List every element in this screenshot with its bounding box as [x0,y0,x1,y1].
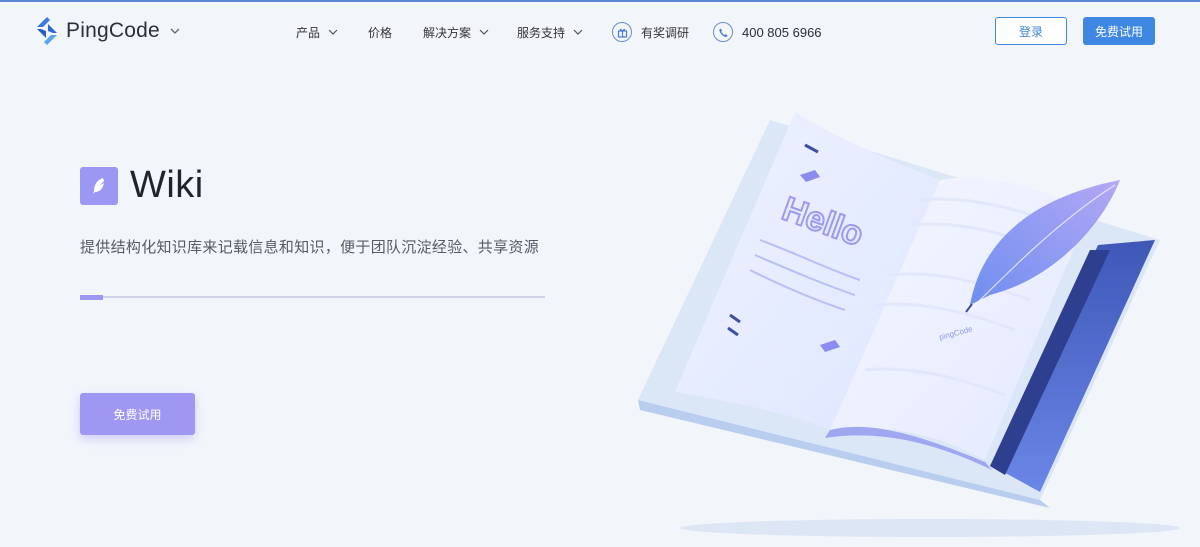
nav-item-solutions[interactable]: 解决方案 [423,24,517,41]
hero-subtitle: 提供结构化知识库来记载信息和知识，便于团队沉淀经验、共享资源 [80,239,540,256]
carousel-progress-fill [80,294,104,300]
pingcode-logo-icon [37,17,57,45]
nav-item-label: 解决方案 [423,25,472,40]
survey-label: 有奖调研 [641,25,690,40]
nav-item-survey[interactable]: 有奖调研 [612,22,713,42]
phone-number: 400 805 6966 [742,24,822,40]
nav-item-label: 产品 [296,25,321,40]
site-header: PingCode 产品 价格 解决方案 服务支持 有奖调研 400 805 69… [0,2,1200,60]
free-trial-button[interactable]: 免费试用 [1083,17,1155,45]
nav-item-label: 价格 [368,25,393,40]
nav-item-label: 服务支持 [517,25,566,40]
open-book-illustration: Hello pingCode [638,112,1180,537]
page-title: Wiki [130,164,204,206]
wiki-feather-icon [80,166,118,205]
chevron-down-icon [170,28,180,34]
nav-item-product[interactable]: 产品 [296,24,368,41]
login-button[interactable]: 登录 [995,17,1067,45]
main-nav: 产品 价格 解决方案 服务支持 有奖调研 400 805 6966 [296,22,822,42]
gift-icon [612,22,632,42]
nav-item-pricing[interactable]: 价格 [368,24,423,41]
nav-item-support[interactable]: 服务支持 [517,24,612,41]
brand-logo[interactable]: PingCode [34,16,181,46]
hero-title: Wiki [80,164,204,207]
chevron-down-icon [479,29,489,35]
nav-phone[interactable]: 400 805 6966 [713,22,822,42]
brand-name: PingCode [66,19,160,42]
chevron-down-icon [573,29,583,35]
carousel-progress [80,294,545,300]
phone-icon [713,22,733,42]
hero-free-trial-button[interactable]: 免费试用 [80,393,195,435]
chevron-down-icon [328,29,338,35]
